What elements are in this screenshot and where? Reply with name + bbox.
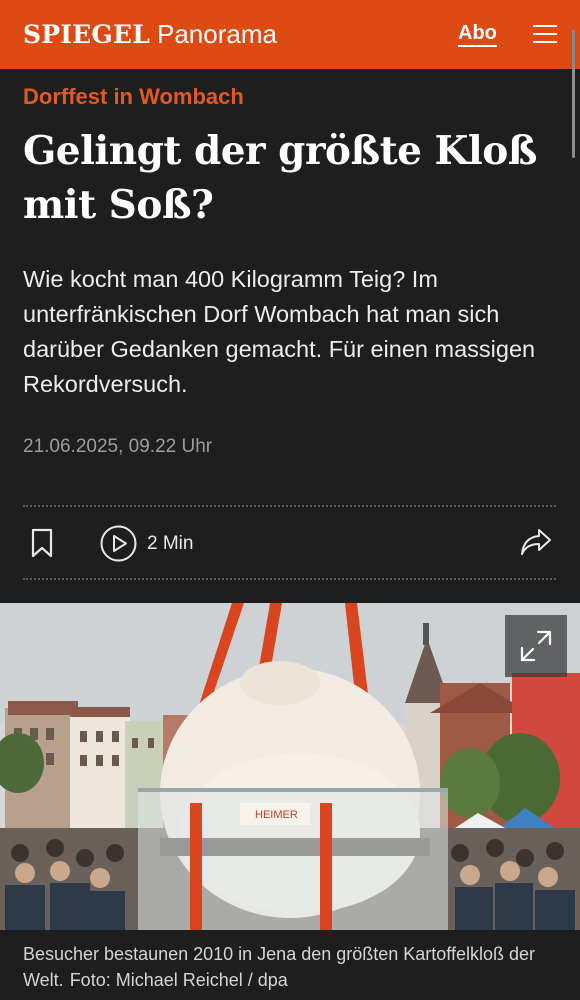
bookmark-icon[interactable] xyxy=(31,528,53,558)
share-icon[interactable] xyxy=(519,527,553,557)
divider xyxy=(23,505,556,507)
audio-duration[interactable]: 2 Min xyxy=(147,533,193,555)
photo-credit: Foto: Michael Reichel / dpa xyxy=(69,970,288,990)
article-kicker: Dorffest in Wombach xyxy=(23,84,244,109)
menu-line xyxy=(533,33,557,35)
hamburger-menu-icon[interactable] xyxy=(533,25,557,43)
site-header: SPIEGEL Panorama Abo xyxy=(0,0,580,69)
article-headline: Gelingt der größte Kloß mit Soß? xyxy=(23,128,537,228)
abo-link[interactable]: Abo xyxy=(458,23,497,47)
svg-text:HEIMER: HEIMER xyxy=(255,809,298,821)
article-teaser: Wie kocht man 400 Kilogramm Teig? Im unt… xyxy=(23,266,536,397)
article-photo[interactable]: HEIMER xyxy=(0,603,580,930)
play-icon[interactable] xyxy=(100,525,137,562)
divider xyxy=(23,578,556,580)
section-name[interactable]: Panorama xyxy=(157,19,277,50)
menu-line xyxy=(533,25,557,27)
photo-caption: Besucher bestaunen 2010 in Jena den größ… xyxy=(23,941,563,993)
menu-line xyxy=(533,41,557,43)
publish-date: 21.06.2025, 09.22 Uhr xyxy=(23,436,213,457)
scrollbar[interactable] xyxy=(572,30,575,158)
spiegel-logo[interactable]: SPIEGEL xyxy=(23,20,150,49)
expand-icon[interactable] xyxy=(505,615,567,677)
brand[interactable]: SPIEGEL Panorama xyxy=(23,19,277,50)
